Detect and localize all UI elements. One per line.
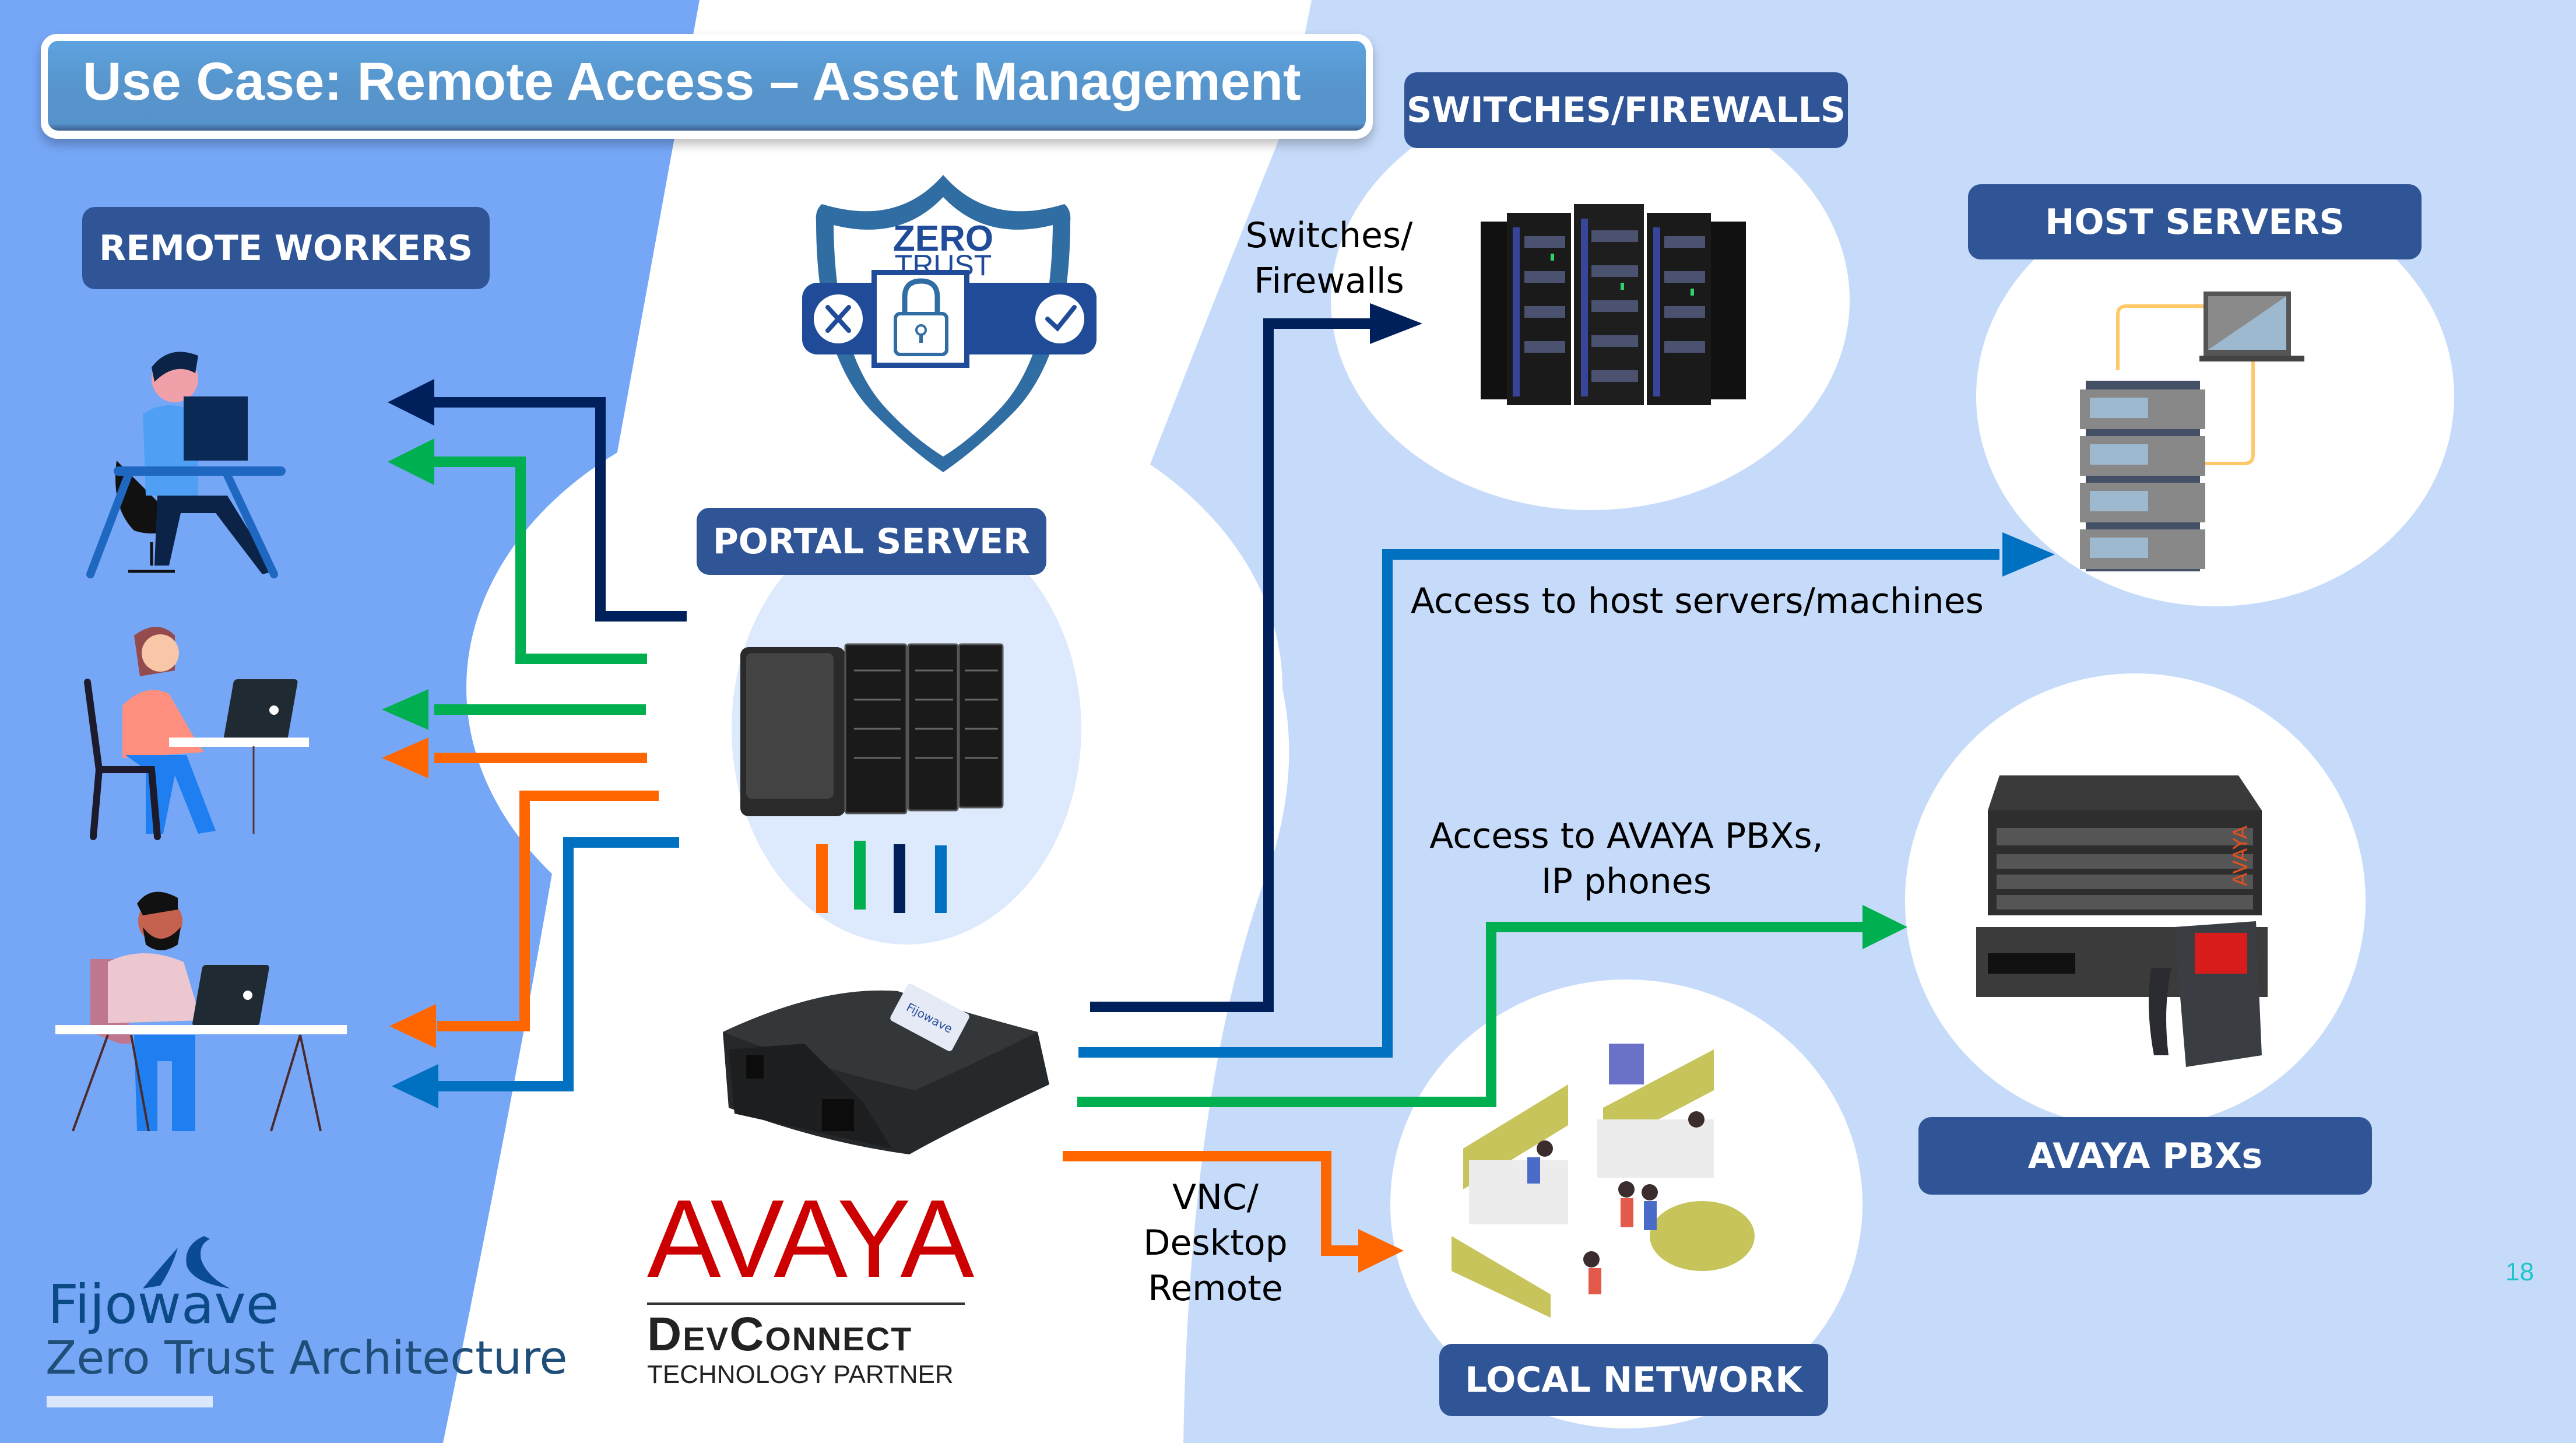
zero-trust-shield-icon: ZERO TRUST <box>802 175 1097 472</box>
fijowave-device-icon: Fijowave <box>723 984 1049 1154</box>
avaya-logo-text: AVAYA <box>647 1177 974 1301</box>
arrowhead-right <box>1862 905 1907 949</box>
arrow-device-to-host-servers <box>1078 549 1999 1058</box>
avaya-access-caption: Access to AVAYA PBXs, IP phones <box>1429 816 1823 902</box>
avaya-pbxs-label: AVAYA PBXs <box>1918 1117 2372 1195</box>
remote-worker-3-icon <box>55 891 347 1132</box>
arrowhead-left <box>388 438 434 485</box>
devconnect-text: DevConnect <box>647 1308 913 1361</box>
page-number: 18 <box>2505 1258 2534 1286</box>
portal-server-icon <box>740 643 1004 816</box>
allow-icon <box>1035 294 1084 343</box>
cable-blue <box>935 845 947 913</box>
vnc-caption: VNC/ Desktop Remote <box>1143 1177 1288 1309</box>
remote-workers-label: REMOTE WORKERS <box>82 207 490 289</box>
cable-green <box>854 841 866 910</box>
arrowhead-left <box>389 1004 436 1048</box>
slide-title: Use Case: Remote Access – Asset Manageme… <box>83 52 1301 111</box>
local-network-label: LOCAL NETWORK <box>1439 1344 1828 1416</box>
arrow-portal-to-worker3-orange <box>437 791 659 1031</box>
arrowhead-left <box>388 379 434 426</box>
arrowhead-left <box>392 1064 438 1108</box>
pbx-brand-text: AVAYA <box>2229 826 2252 886</box>
arrowhead-right <box>1358 1229 1404 1273</box>
arrow-portal-to-worker1-navy <box>434 397 687 622</box>
arrowhead-right <box>1370 303 1422 344</box>
portal-server-label: PORTAL SERVER <box>697 508 1046 575</box>
server-racks-icon <box>1481 204 1746 405</box>
switches-firewalls-label: SWITCHES/FIREWALLS <box>1404 72 1848 148</box>
arrow-portal-to-worker3-blue <box>437 837 679 1091</box>
arrow-device-to-switches <box>1090 318 1370 1012</box>
host-access-caption: Access to host servers/machines <box>1411 581 1984 622</box>
remote-worker-1-icon <box>86 352 286 578</box>
logo-divider <box>647 1302 965 1305</box>
technology-partner-text: TECHNOLOGY PARTNER <box>647 1360 954 1389</box>
office-network-icon <box>1452 1044 1755 1318</box>
cable-orange <box>816 844 828 913</box>
arrowhead-left <box>382 689 428 730</box>
fijowave-company-name: Fijowave <box>48 1273 279 1336</box>
zero-trust-architecture-tagline: Zero Trust Architecture <box>45 1332 568 1385</box>
switches-caption: Switches/ Firewalls <box>1245 215 1413 301</box>
tagline-underline <box>47 1396 213 1407</box>
avaya-pbx-icon: AVAYA <box>1976 775 2268 1067</box>
arrowhead-left <box>382 738 428 778</box>
arrow-portal-to-worker1-green <box>434 457 647 664</box>
title-banner: Use Case: Remote Access – Asset Manageme… <box>41 34 1373 139</box>
cable-navy <box>894 844 905 913</box>
host-server-icon <box>2080 292 2304 571</box>
avaya-devconnect-logo: AVAYA DevConnect TECHNOLOGY PARTNER <box>647 1177 974 1389</box>
remote-worker-2-icon <box>84 627 309 840</box>
